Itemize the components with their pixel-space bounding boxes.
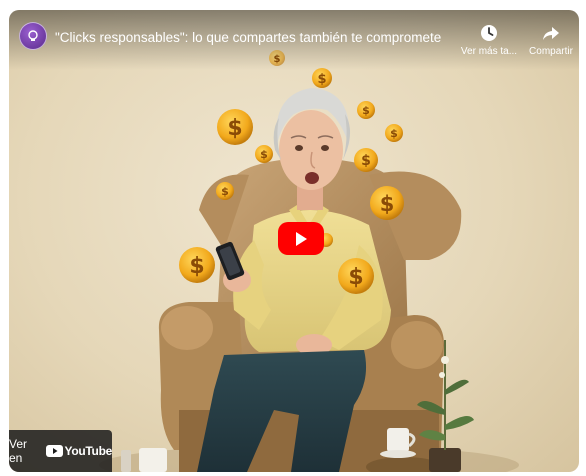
channel-avatar[interactable] [19, 22, 47, 50]
svg-text:$: $ [361, 153, 371, 169]
svg-text:$: $ [260, 148, 268, 161]
svg-text:$: $ [380, 192, 395, 216]
play-icon [296, 231, 307, 246]
play-button[interactable] [278, 222, 324, 255]
svg-text:$: $ [227, 116, 242, 141]
share-label: Compartir [529, 46, 573, 57]
video-embed[interactable]: $ $ $ $ $ $ $ $ $ $ $ "Clicks responsabl… [9, 10, 579, 472]
youtube-logo: YouTube [45, 444, 113, 458]
svg-text:$: $ [317, 72, 326, 87]
video-title[interactable]: "Clicks responsables": lo que compartes … [55, 30, 455, 45]
watch-later-button[interactable]: Ver más ta... [459, 24, 519, 57]
svg-text:$: $ [189, 254, 204, 279]
share-button[interactable]: Compartir [521, 24, 579, 57]
youtube-logo-icon [45, 445, 63, 457]
share-arrow-icon [543, 27, 559, 40]
svg-text:$: $ [390, 127, 398, 140]
channel-logo-icon [28, 30, 38, 41]
clock-icon [481, 25, 497, 41]
svg-text:$: $ [221, 185, 229, 198]
svg-text:$: $ [348, 265, 363, 290]
svg-text:$: $ [362, 104, 370, 117]
youtube-wordmark: YouTube [64, 444, 113, 458]
video-top-bar: "Clicks responsables": lo que compartes … [9, 10, 579, 70]
watch-later-label: Ver más ta... [460, 46, 518, 57]
watch-on-label: Ver en [9, 437, 28, 465]
watch-on-youtube-button[interactable]: Ver en YouTube [9, 430, 112, 472]
